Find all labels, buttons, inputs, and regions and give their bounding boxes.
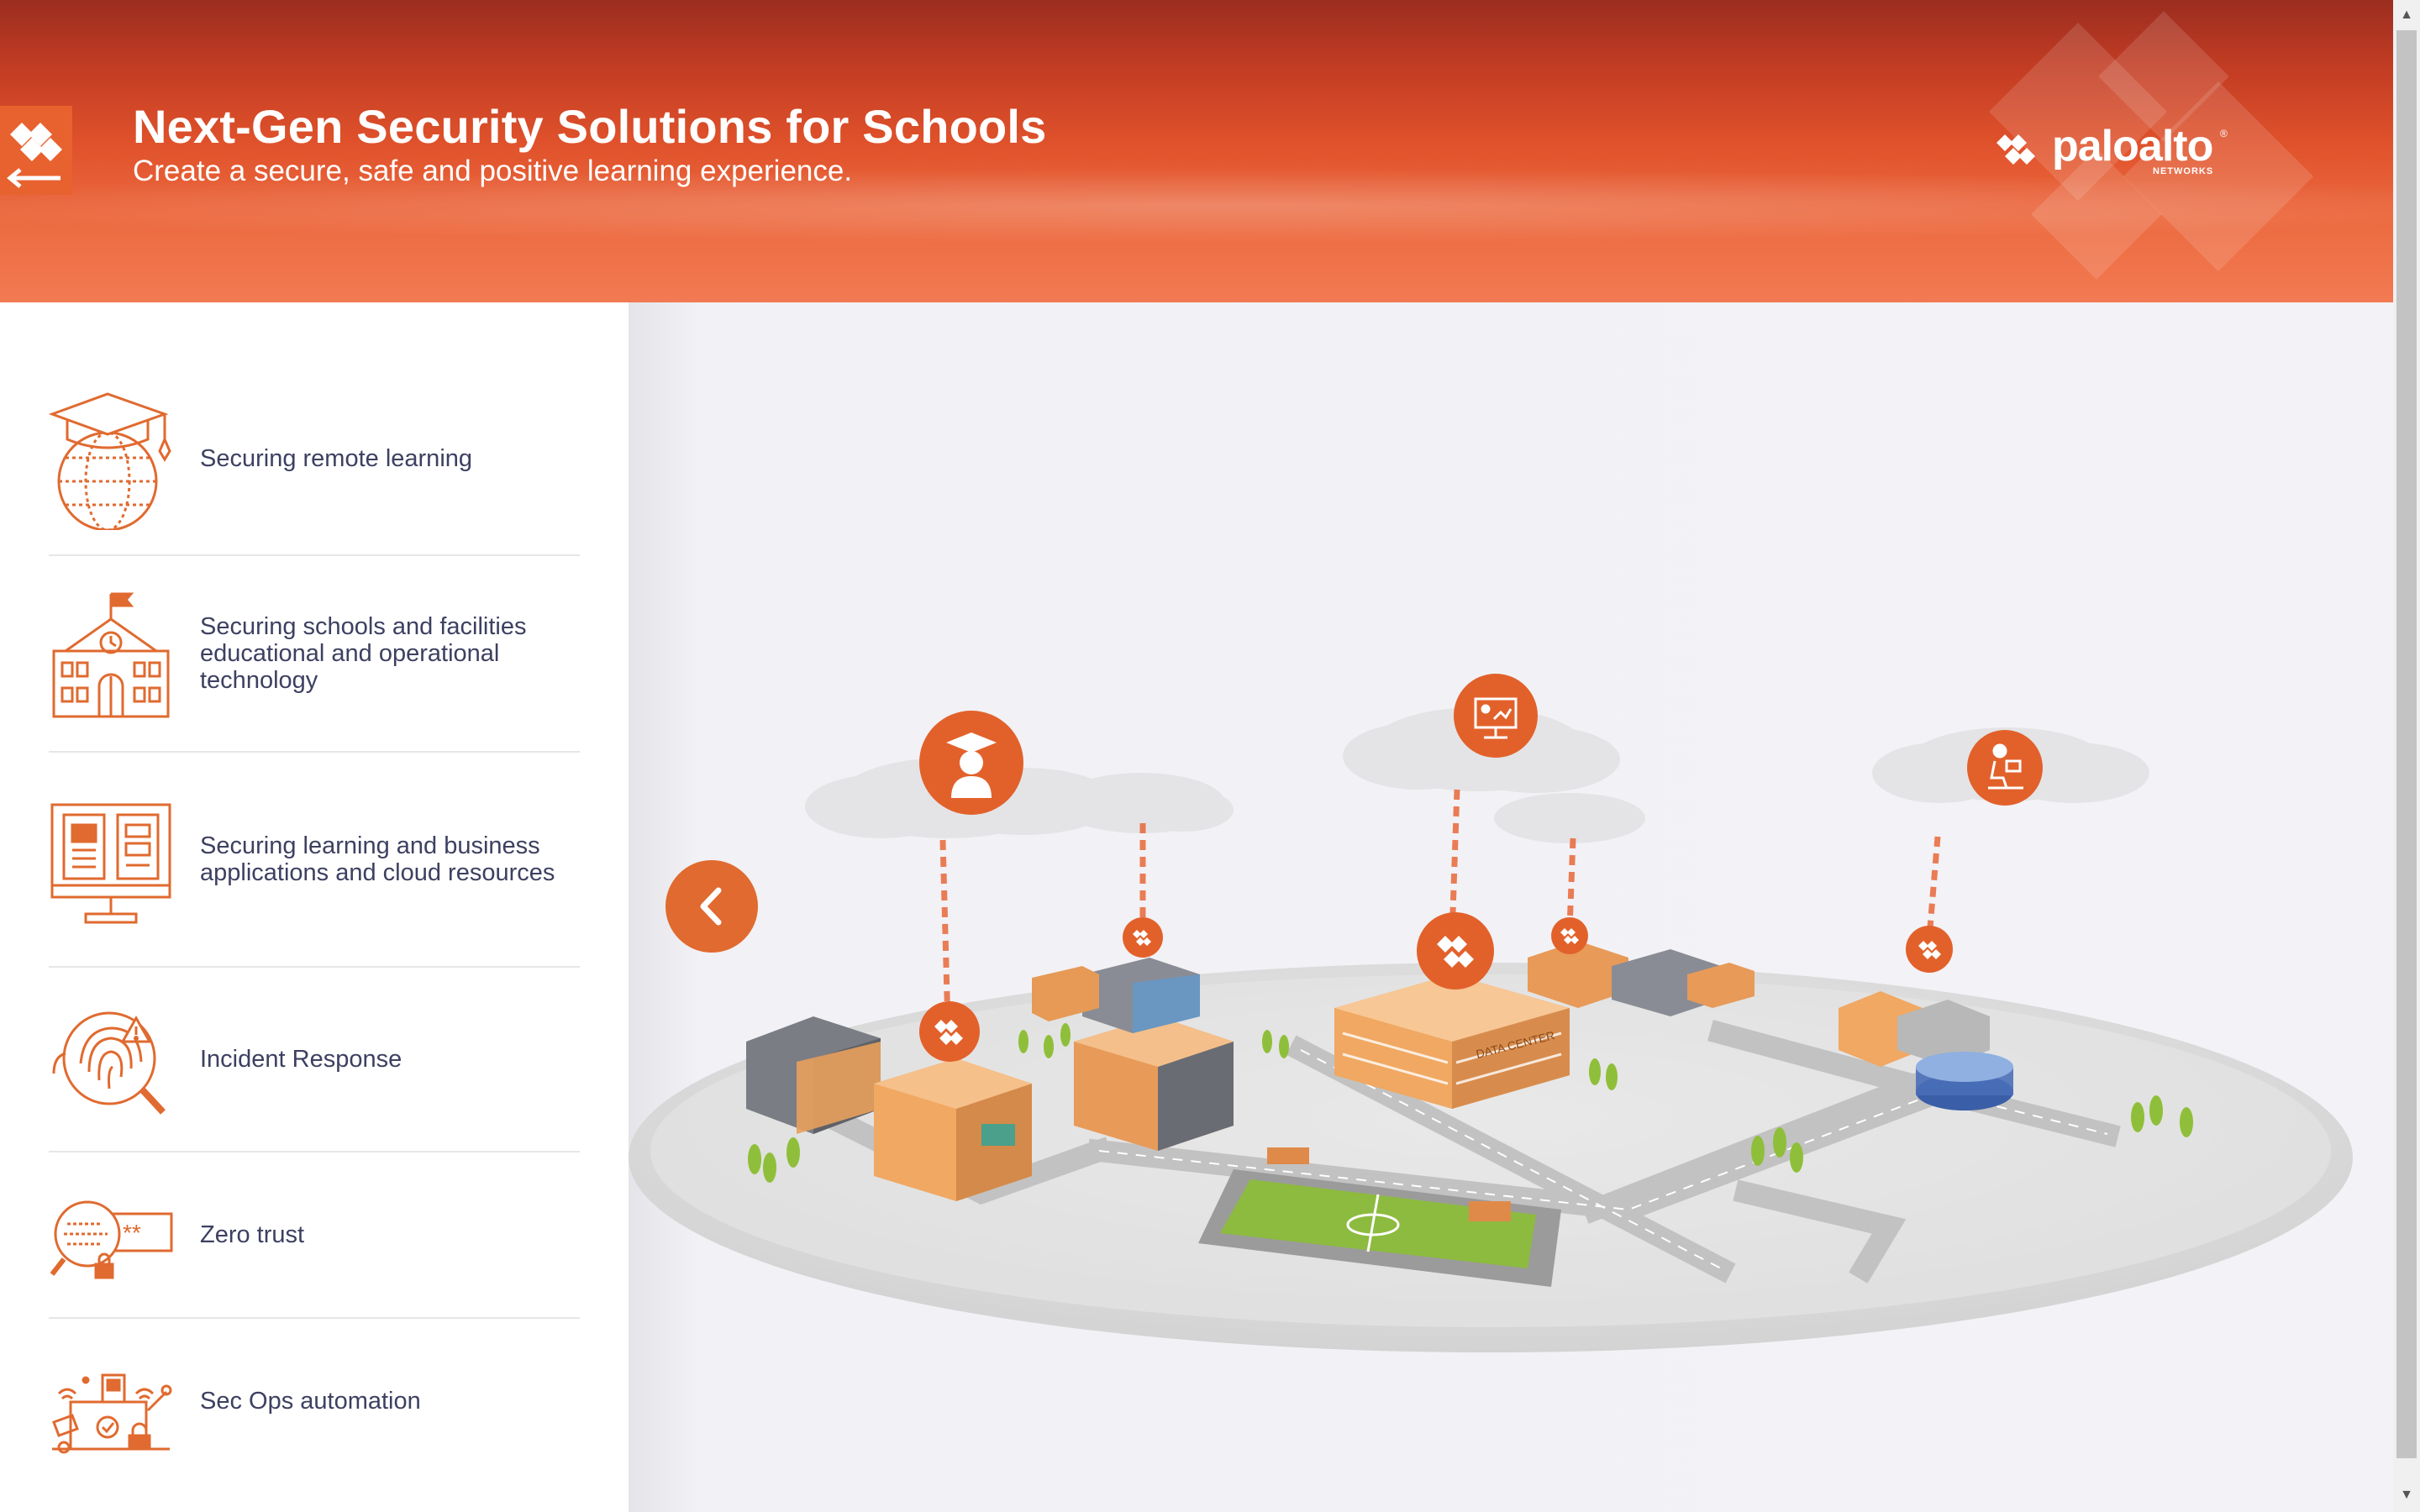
hotspot-student[interactable] (919, 711, 1023, 815)
sidebar-item-schools-facilities[interactable]: Securing schools and facilities educatio… (49, 556, 580, 753)
hotspot-teacher[interactable] (1454, 674, 1538, 758)
header-banner: Next-Gen Security Solutions for Schools … (0, 0, 2393, 302)
paloalto-mark-icon (1996, 134, 2035, 165)
svg-text:**: ** (123, 1220, 141, 1246)
firewall-node-icon (919, 1001, 980, 1062)
sidebar-item-learning-applications[interactable]: Securing learning and business applicati… (49, 753, 580, 968)
solutions-sidebar: Securing remote learning Securing school… (0, 302, 629, 1512)
paloalto-logo[interactable]: paloalto ® NETWORKS (1993, 122, 2228, 176)
sidebar-item-label: Securing schools and facilities educatio… (200, 613, 527, 694)
back-button[interactable] (0, 106, 72, 195)
sidebar-item-label: Incident Response (200, 1046, 402, 1073)
campus-illustration: DATA CENTER (629, 674, 2353, 1352)
graduation-globe-icon (49, 387, 173, 530)
sidebar-item-remote-learning[interactable]: Securing remote learning (49, 363, 580, 556)
page-title: Next-Gen Security Solutions for Schools (133, 100, 1047, 153)
paloalto-back-icon (7, 123, 62, 188)
sidebar-item-zero-trust[interactable]: ** Zero trust (49, 1152, 580, 1319)
firewall-node-icon (1551, 917, 1588, 954)
chevron-left-icon (700, 887, 722, 926)
brand-wordmark: paloalto (2052, 122, 2213, 171)
firewall-node-icon (1123, 917, 1163, 958)
sidebar-item-label: Securing learning and business applicati… (200, 832, 555, 886)
sidebar-item-label: Sec Ops automation (200, 1388, 421, 1415)
sidebar-item-label: Securing remote learning (200, 445, 473, 472)
school-building-icon (49, 582, 173, 725)
firewall-node-icon (1417, 912, 1494, 990)
sidebar-item-label: Zero trust (200, 1221, 305, 1248)
brand-subtitle: NETWORKS (2153, 166, 2214, 176)
sidebar-item-incident-response[interactable]: Incident Response (49, 968, 580, 1152)
scrollbar-thumb[interactable] (2396, 30, 2417, 1458)
automation-devices-icon (49, 1330, 173, 1473)
fingerprint-search-icon (49, 988, 173, 1131)
page-subtitle: Create a secure, safe and positive learn… (133, 155, 853, 187)
scroll-up-icon[interactable]: ▲ (2396, 5, 2417, 25)
monitor-book-icon (49, 788, 173, 931)
password-search-icon: ** (49, 1163, 173, 1306)
registered-mark: ® (2220, 128, 2228, 139)
prev-button[interactable] (666, 860, 758, 953)
hotspot-remote-worker[interactable] (1967, 730, 2043, 806)
firewall-node-icon (1906, 926, 1953, 973)
scroll-down-icon[interactable]: ▼ (2396, 1485, 2417, 1505)
sidebar-item-secops-automation[interactable]: Sec Ops automation (49, 1319, 580, 1483)
campus-map: DATA CENTER (629, 302, 2393, 1512)
